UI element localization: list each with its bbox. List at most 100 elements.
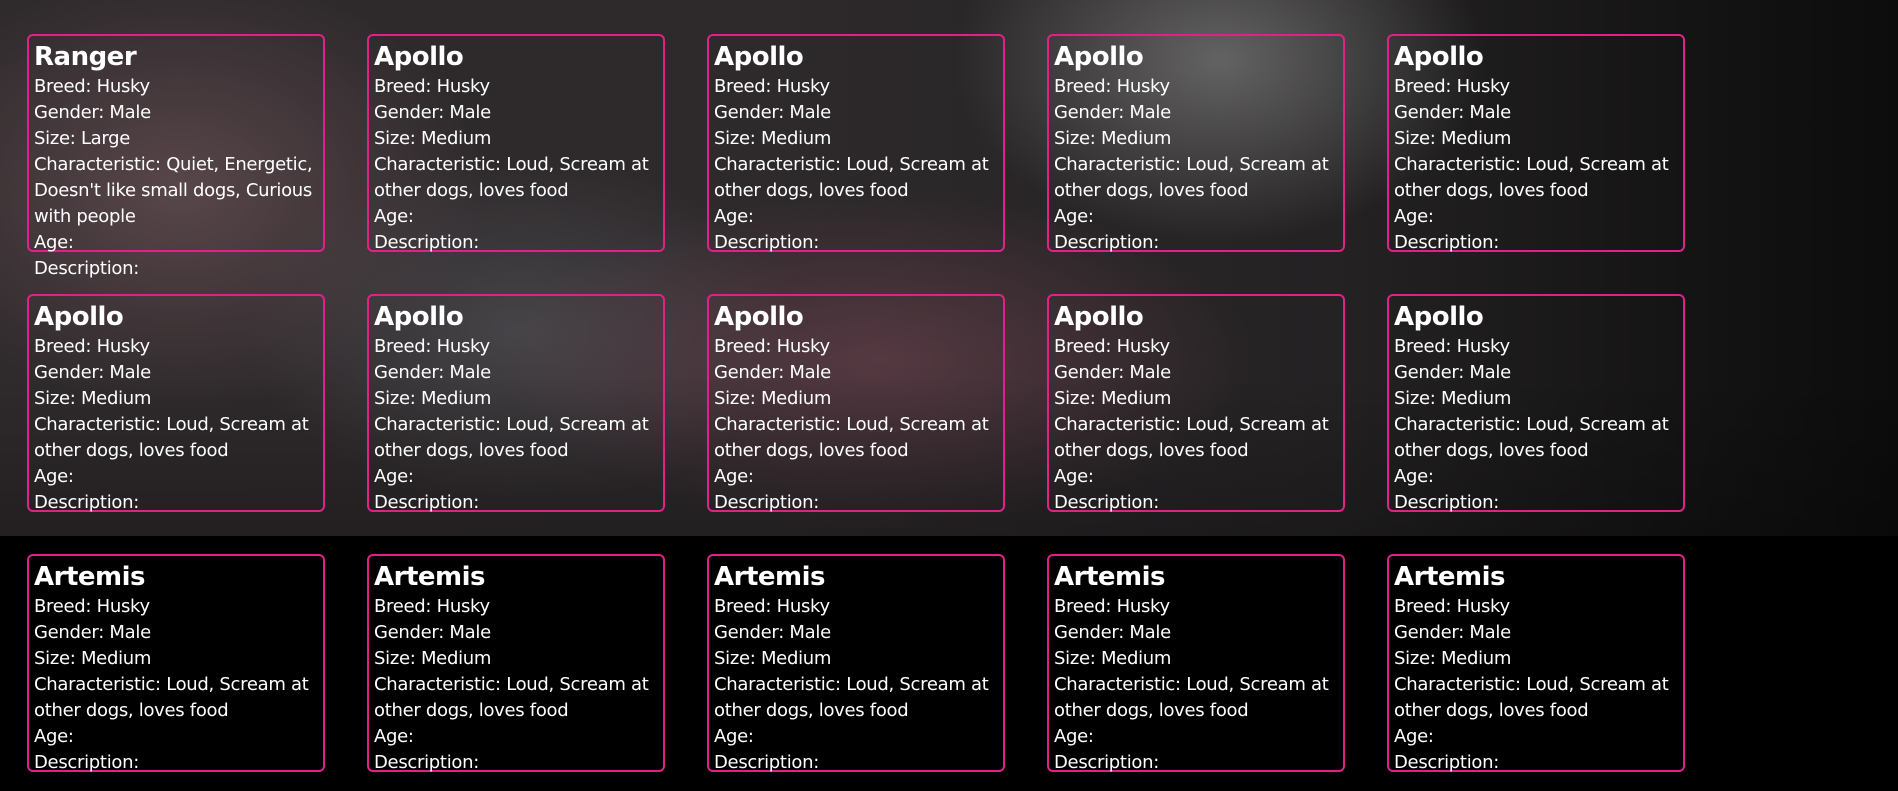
dog-gender: Gender: Male [1054,102,1171,123]
dog-age: Age: [1394,466,1434,487]
dog-gender: Gender: Male [374,362,491,383]
dog-card-grid: Ranger Breed: Husky Gender: Male Size: L… [27,34,1685,773]
dog-age: Age: [714,466,754,487]
dog-card[interactable]: Artemis Breed: Husky Gender: Male Size: … [27,554,325,773]
dog-breed: Breed: Husky [374,336,490,357]
dog-breed: Breed: Husky [1394,596,1510,617]
dog-characteristic: Characteristic: Loud, Scream at other do… [1394,154,1669,201]
dog-characteristic: Characteristic: Loud, Scream at other do… [1054,674,1329,721]
dog-card[interactable]: Apollo Breed: Husky Gender: Male Size: M… [367,294,665,513]
dog-breed: Breed: Husky [374,76,490,97]
dog-size: Size: Medium [1054,128,1172,149]
dog-description: Description: [714,492,819,513]
dog-name: Artemis [714,562,826,592]
dog-name: Artemis [1394,562,1506,592]
dog-gender: Gender: Male [714,622,831,643]
dog-card[interactable]: Artemis Breed: Husky Gender: Male Size: … [1387,554,1685,773]
dog-breed: Breed: Husky [1394,336,1510,357]
dog-characteristic: Characteristic: Loud, Scream at other do… [374,674,649,721]
dog-breed: Breed: Husky [1054,596,1170,617]
dog-breed: Breed: Husky [34,76,150,97]
dog-card[interactable]: Artemis Breed: Husky Gender: Male Size: … [1047,554,1345,773]
dog-card[interactable]: Apollo Breed: Husky Gender: Male Size: M… [1387,294,1685,513]
dog-size: Size: Medium [1394,648,1512,669]
dog-description: Description: [34,492,139,513]
dog-characteristic: Characteristic: Loud, Scream at other do… [1394,674,1669,721]
dog-card[interactable]: Apollo Breed: Husky Gender: Male Size: M… [1047,34,1345,253]
dog-size: Size: Medium [374,128,492,149]
dog-characteristic: Characteristic: Loud, Scream at other do… [714,414,989,461]
dog-characteristic: Characteristic: Loud, Scream at other do… [34,674,309,721]
dog-age: Age: [714,206,754,227]
dog-description: Description: [374,492,479,513]
dog-age: Age: [374,206,414,227]
dog-characteristic: Characteristic: Loud, Scream at other do… [714,154,989,201]
dog-age: Age: [1394,206,1434,227]
dog-name: Apollo [714,302,804,332]
dog-breed: Breed: Husky [1394,76,1510,97]
dog-size: Size: Medium [374,648,492,669]
dog-age: Age: [714,726,754,747]
dog-breed: Breed: Husky [374,596,490,617]
dog-card[interactable]: Artemis Breed: Husky Gender: Male Size: … [367,554,665,773]
dog-card[interactable]: Apollo Breed: Husky Gender: Male Size: M… [1387,34,1685,253]
dog-size: Size: Medium [714,388,832,409]
dog-name: Apollo [714,42,804,72]
dog-breed: Breed: Husky [714,336,830,357]
dog-breed: Breed: Husky [714,596,830,617]
dog-gender: Gender: Male [1394,622,1511,643]
dog-description: Description: [1054,492,1159,513]
dog-size: Size: Medium [374,388,492,409]
dog-name: Apollo [374,42,464,72]
dog-card[interactable]: Apollo Breed: Husky Gender: Male Size: M… [707,294,1005,513]
dog-description: Description: [1394,232,1499,253]
dog-card[interactable]: Ranger Breed: Husky Gender: Male Size: L… [27,34,325,279]
dog-name: Apollo [1054,42,1144,72]
dog-characteristic: Characteristic: Loud, Scream at other do… [374,414,649,461]
dog-breed: Breed: Husky [1054,336,1170,357]
dog-name: Artemis [1054,562,1166,592]
dog-characteristic: Characteristic: Loud, Scream at other do… [34,414,309,461]
dog-name: Artemis [34,562,146,592]
dog-card[interactable]: Apollo Breed: Husky Gender: Male Size: M… [707,34,1005,253]
dog-description: Description: [1054,752,1159,773]
dog-breed: Breed: Husky [34,596,150,617]
dog-characteristic: Characteristic: Quiet, Energetic, Doesn'… [34,154,313,227]
dog-description: Description: [1394,752,1499,773]
dog-gender: Gender: Male [1394,102,1511,123]
dog-gender: Gender: Male [1054,362,1171,383]
dog-name: Apollo [1054,302,1144,332]
dog-characteristic: Characteristic: Loud, Scream at other do… [1054,154,1329,201]
dog-age: Age: [34,232,74,253]
dog-age: Age: [1054,206,1094,227]
dog-gender: Gender: Male [34,622,151,643]
dog-size: Size: Medium [34,388,152,409]
dog-description: Description: [374,752,479,773]
dog-size: Size: Medium [1394,388,1512,409]
dog-breed: Breed: Husky [1054,76,1170,97]
dog-size: Size: Medium [714,128,832,149]
dog-card[interactable]: Apollo Breed: Husky Gender: Male Size: M… [27,294,325,513]
dog-name: Apollo [374,302,464,332]
dog-breed: Breed: Husky [34,336,150,357]
dog-gender: Gender: Male [374,622,491,643]
dog-card[interactable]: Apollo Breed: Husky Gender: Male Size: M… [1047,294,1345,513]
dog-age: Age: [34,466,74,487]
dog-name: Apollo [34,302,124,332]
dog-size: Size: Medium [714,648,832,669]
dog-age: Age: [1054,726,1094,747]
dog-card[interactable]: Apollo Breed: Husky Gender: Male Size: M… [367,34,665,253]
dog-description: Description: [1054,232,1159,253]
dog-description: Description: [714,752,819,773]
dog-size: Size: Medium [1394,128,1512,149]
dog-card[interactable]: Artemis Breed: Husky Gender: Male Size: … [707,554,1005,773]
dog-gender: Gender: Male [1394,362,1511,383]
dog-gender: Gender: Male [714,102,831,123]
dog-age: Age: [1054,466,1094,487]
dog-age: Age: [1394,726,1434,747]
dog-gender: Gender: Male [714,362,831,383]
dog-description: Description: [34,258,139,279]
dog-characteristic: Characteristic: Loud, Scream at other do… [1054,414,1329,461]
dog-name: Apollo [1394,302,1484,332]
dog-gender: Gender: Male [34,102,151,123]
